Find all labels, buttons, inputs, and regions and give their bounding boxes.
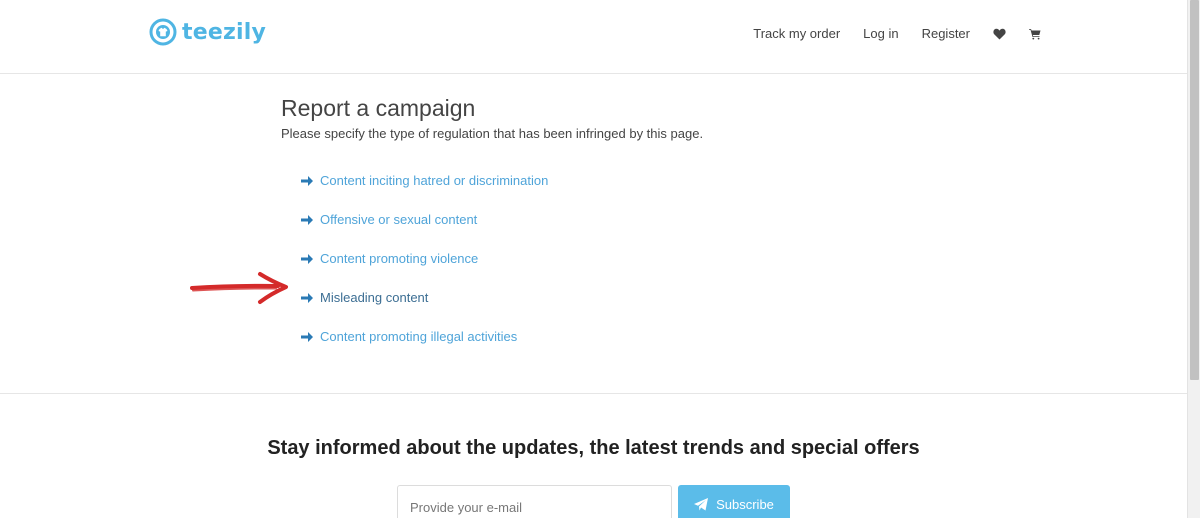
page-title: Report a campaign	[281, 95, 476, 121]
section-divider	[0, 393, 1187, 394]
newsletter-title: Stay informed about the updates, the lat…	[267, 437, 920, 459]
arrow-right-icon	[301, 331, 313, 342]
site-header: teezily Track my order Log in Register	[0, 0, 1187, 74]
paper-plane-icon	[694, 498, 709, 511]
logo-link[interactable]: teezily	[149, 18, 266, 46]
reason-violence[interactable]: Content promoting violence	[300, 239, 548, 278]
reason-label: Offensive or sexual content	[320, 212, 478, 227]
top-nav: Track my order Log in Register	[730, 25, 1041, 43]
arrow-right-icon	[301, 175, 313, 186]
reason-label: Content promoting violence	[320, 251, 479, 266]
reason-label: Content promoting illegal activities	[320, 329, 518, 344]
arrow-right-icon	[301, 292, 313, 303]
scrollbar-thumb[interactable]	[1190, 0, 1199, 380]
page: teezily Track my order Log in Register R…	[0, 0, 1187, 518]
subscribe-button[interactable]: Subscribe	[678, 485, 790, 518]
cart-button[interactable]	[1029, 28, 1041, 40]
logo-icon	[149, 18, 177, 46]
arrow-right-icon	[301, 253, 313, 264]
subscribe-label: Subscribe	[716, 497, 774, 512]
page-scrollbar[interactable]	[1187, 0, 1200, 518]
nav-track-order[interactable]: Track my order	[753, 25, 840, 43]
report-reason-list: Content inciting hatred or discriminatio…	[300, 161, 548, 356]
reason-label: Content inciting hatred or discriminatio…	[320, 173, 549, 188]
nav-register[interactable]: Register	[922, 25, 970, 43]
logo-text: teezily	[182, 19, 266, 45]
nav-login[interactable]: Log in	[863, 25, 898, 43]
annotation-arrow-icon	[190, 272, 288, 304]
reason-illegal[interactable]: Content promoting illegal activities	[300, 317, 548, 356]
arrow-right-icon	[301, 214, 313, 225]
page-subtitle: Please specify the type of regulation th…	[281, 126, 704, 141]
report-section: Report a campaign Please specify the typ…	[281, 93, 921, 344]
wishlist-button[interactable]	[993, 28, 1006, 40]
reason-hatred[interactable]: Content inciting hatred or discriminatio…	[300, 161, 548, 200]
reason-label: Misleading content	[320, 290, 429, 305]
cart-icon	[1029, 29, 1041, 40]
reason-misleading[interactable]: Misleading content	[300, 278, 548, 317]
reason-offensive[interactable]: Offensive or sexual content	[300, 200, 548, 239]
email-input[interactable]	[397, 485, 672, 518]
heart-icon	[993, 28, 1006, 40]
